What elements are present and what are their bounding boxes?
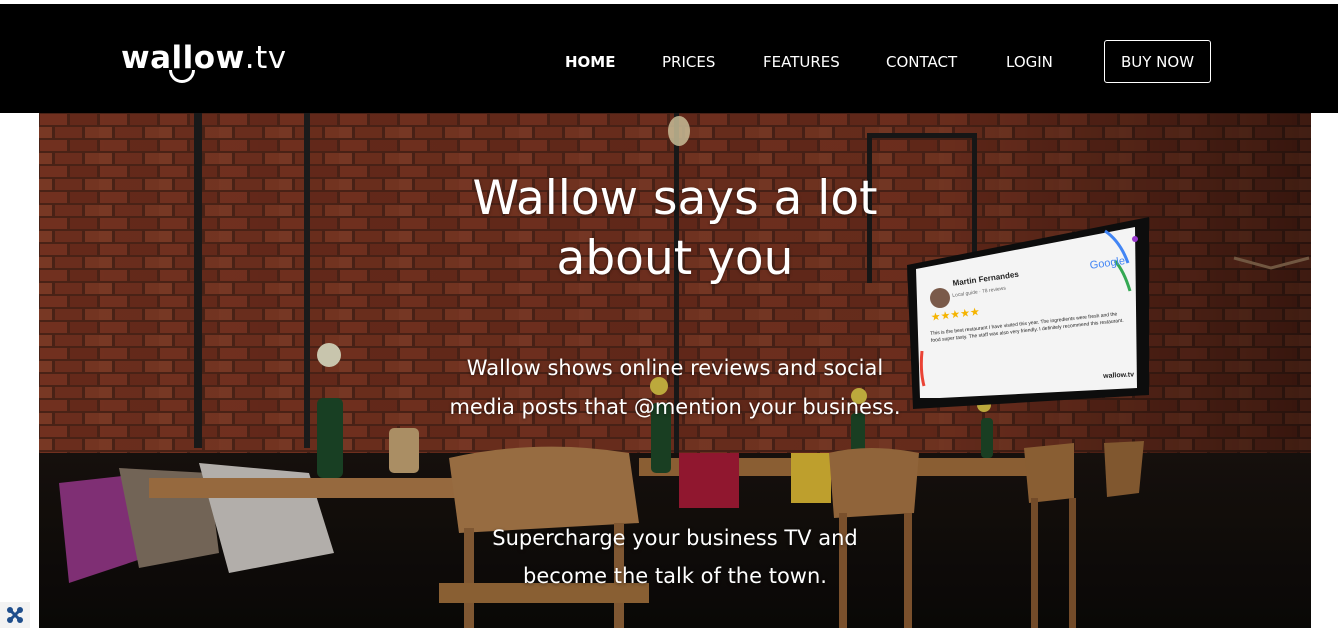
nav-login[interactable]: LOGIN [1006, 53, 1053, 71]
nav-features[interactable]: FEATURES [763, 53, 840, 71]
logo-smile-icon [169, 70, 195, 83]
nav-home[interactable]: HOME [565, 53, 615, 71]
logo[interactable]: wallow.tv [121, 38, 287, 83]
hero-tagline: Supercharge your business TV and become … [492, 526, 858, 588]
logo-suffix: .tv [244, 40, 287, 76]
nav-prices[interactable]: PRICES [662, 53, 715, 71]
hero-title: Wallow says a lot about you [472, 171, 878, 286]
buy-now-button[interactable]: BUY NOW [1104, 40, 1211, 83]
joomla-icon[interactable] [0, 602, 30, 628]
nav-contact[interactable]: CONTACT [886, 53, 957, 71]
navbar: wallow.tv HOME PRICES FEATURES CONTACT L… [0, 4, 1338, 113]
hero-section: Martin Fernandes Local guide · 78 review… [39, 113, 1311, 628]
hero-subtitle: Wallow shows online reviews and social m… [449, 356, 901, 419]
